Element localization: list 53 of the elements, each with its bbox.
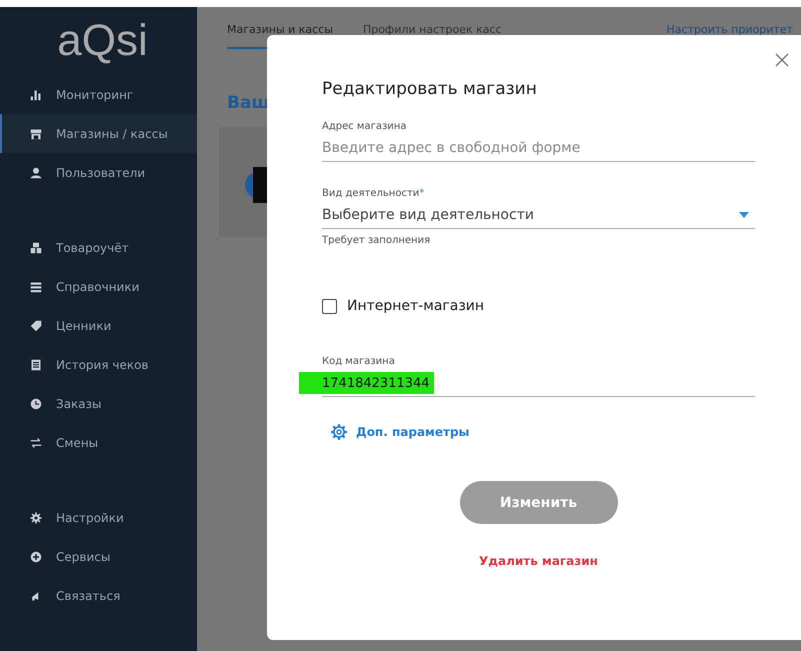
sidebar-item-label: Магазины / кассы: [56, 126, 168, 140]
sidebar-item[interactable]: Ценники: [0, 306, 197, 345]
close-icon[interactable]: [775, 53, 789, 67]
sidebar-item-label: Заказы: [56, 396, 102, 410]
tag-icon: [30, 320, 42, 332]
sidebar-item[interactable]: Справочники: [0, 267, 197, 306]
clock-icon: [30, 398, 42, 410]
store-icon: [30, 128, 42, 140]
sidebar-item-label: Настройки: [56, 510, 124, 524]
dialog-title: Редактировать магазин: [322, 79, 538, 99]
sidebar-item-label: Связаться: [56, 588, 120, 602]
sidebar-item[interactable]: История чеков: [0, 345, 197, 384]
field-label: Код магазина: [322, 356, 396, 367]
sidebar-item[interactable]: Магазины / кассы: [0, 114, 197, 153]
gear-icon: [30, 512, 42, 524]
input-field[interactable]: Введите адрес в свободной форме: [322, 135, 755, 162]
sidebar-item-label: Мониторинг: [56, 88, 134, 102]
select-field[interactable]: Выберите вид деятельности: [322, 202, 755, 229]
extra-params-link[interactable]: Доп. параметры: [330, 423, 755, 441]
sidebar-item[interactable]: Товароучёт: [0, 228, 197, 267]
plus-icon: [30, 550, 42, 562]
field-hint: Требует заполнения: [322, 235, 432, 246]
sidebar-item[interactable]: Связаться: [0, 576, 197, 615]
sidebar-item-label: Сервисы: [56, 550, 110, 564]
logo: aQsi: [56, 15, 149, 67]
sidebar-item-label: Товароучёт: [56, 240, 129, 254]
sidebar-item-label: Справочники: [56, 280, 140, 294]
sidebar-item[interactable]: Мониторинг: [0, 75, 197, 114]
sidebar-item-label: Смены: [56, 436, 98, 450]
receipt-icon: [30, 358, 42, 370]
boxes-icon: [30, 242, 42, 254]
list-icon: [30, 280, 42, 292]
field-label: Вид деятельности*: [322, 188, 426, 199]
sidebar-item-label: Пользователи: [56, 166, 146, 180]
input-field[interactable]: 1741842311344: [322, 370, 755, 397]
user-icon: [30, 166, 42, 178]
page-heading: Ваш: [227, 93, 270, 113]
delete-link[interactable]: Удалить магазин: [479, 554, 598, 568]
device-image: [253, 167, 267, 203]
sidebar-item[interactable]: Сервисы: [0, 537, 197, 576]
checkbox-label: Интернет-магазин: [347, 298, 484, 314]
swap-icon: [30, 436, 42, 448]
sidebar-item[interactable]: Заказы: [0, 384, 197, 423]
sidebar-item[interactable]: Настройки: [0, 498, 197, 537]
sidebar-item[interactable]: Смены: [0, 423, 197, 462]
sidebar-item-label: Ценники: [56, 318, 112, 332]
sidebar-item[interactable]: Пользователи: [0, 153, 197, 192]
caret-icon: [739, 212, 749, 218]
field-label: Адрес магазина: [322, 121, 408, 132]
chart-icon: [30, 88, 42, 100]
checkbox[interactable]: [322, 298, 337, 314]
gear-icon: [330, 423, 348, 441]
sidebar-item-label: История чеков: [56, 358, 148, 372]
